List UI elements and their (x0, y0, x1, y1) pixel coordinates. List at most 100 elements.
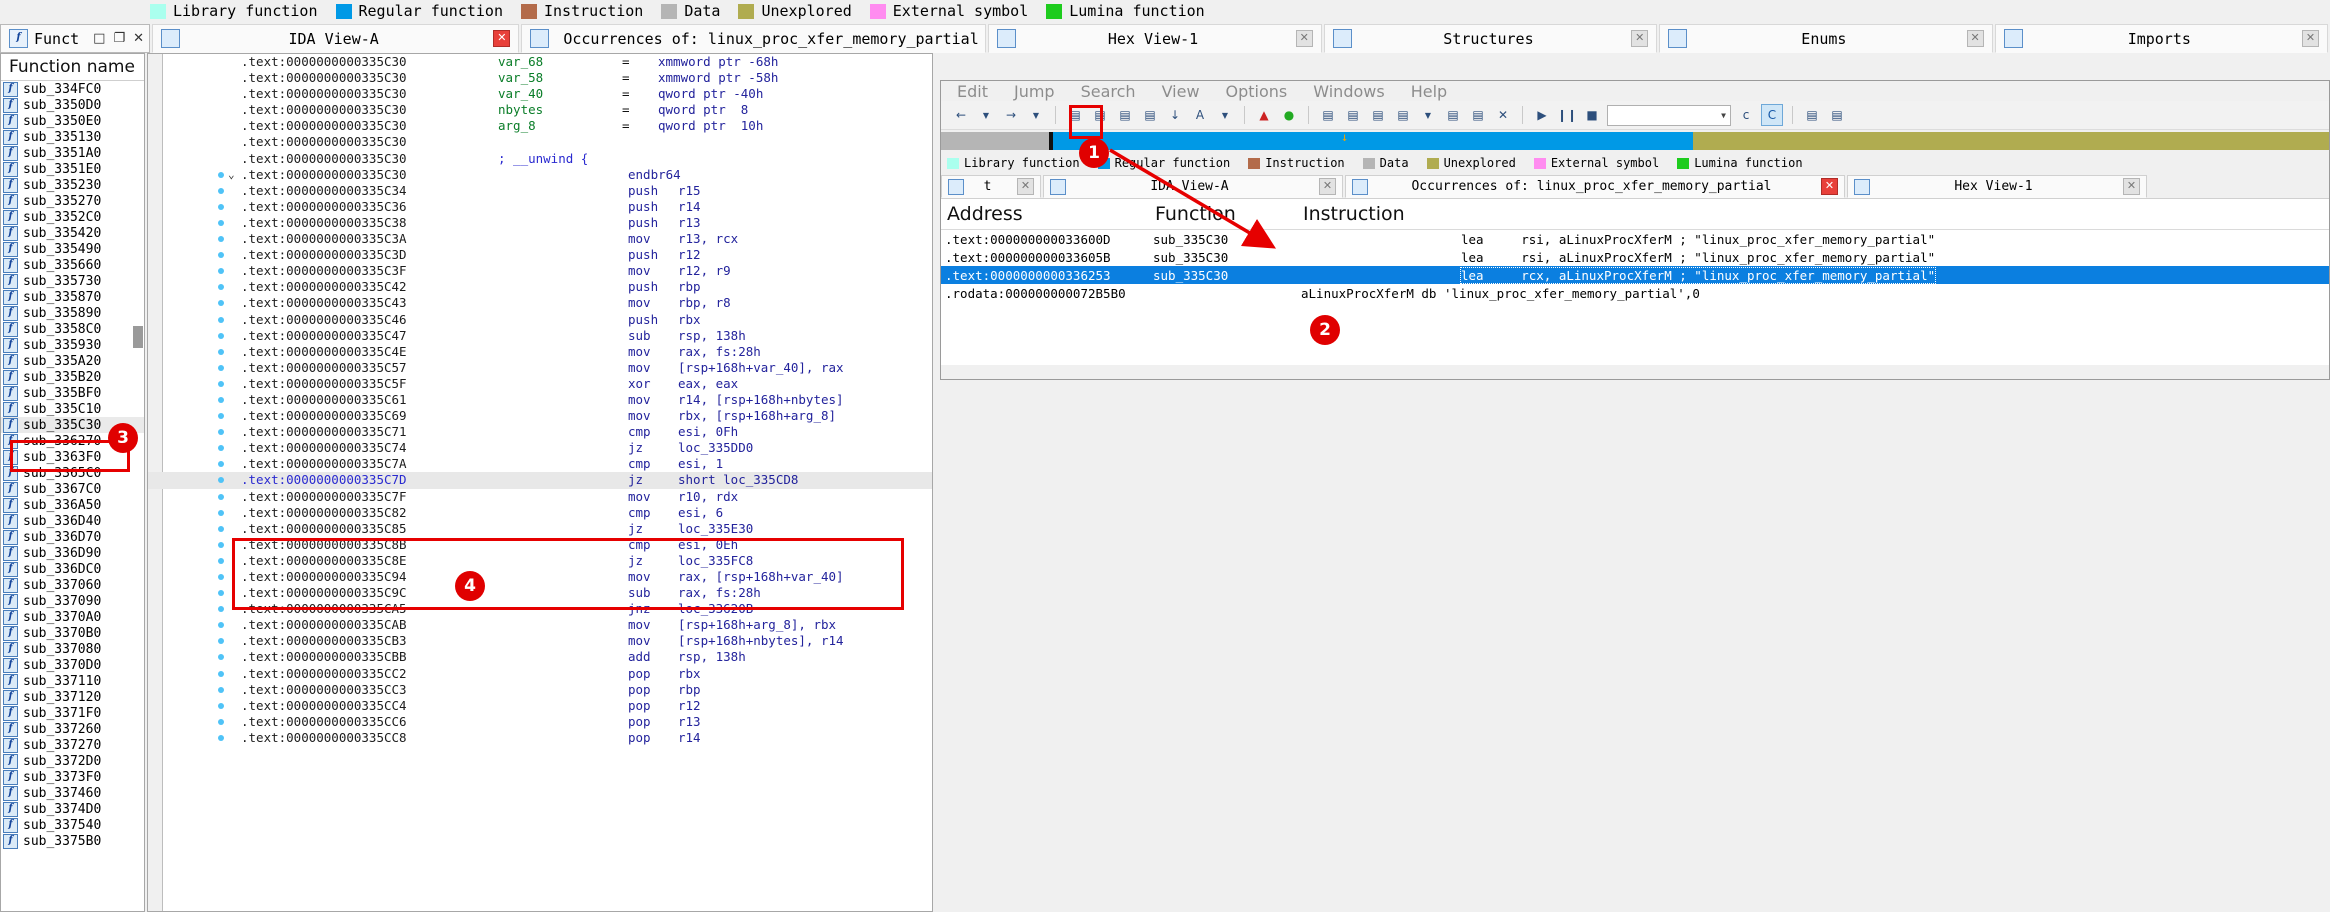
function-list-item[interactable]: f sub_3350E0 (1, 113, 144, 129)
disassembly-line[interactable]: .text:0000000000335C82 cmp esi, 6 (148, 505, 932, 521)
disassembly-line[interactable]: .text:0000000000335CC6 pop r13 (148, 714, 932, 730)
disassembly-line[interactable]: .text:0000000000335C43 mov rbp, r8 (148, 295, 932, 311)
struct-dropdown-icon[interactable]: ▼ (1418, 105, 1438, 125)
hexrays-c-icon[interactable]: c (1736, 105, 1756, 125)
disassembly-line[interactable]: .text:0000000000335C46 push rbx (148, 312, 932, 328)
function-list-item[interactable]: f sub_335490 (1, 241, 144, 257)
disassembly-line[interactable]: .text:0000000000335C4E mov rax, fs:28h (148, 344, 932, 360)
forward-icon[interactable]: → (1001, 105, 1021, 125)
function-list-item[interactable]: f sub_335930 (1, 337, 144, 353)
search-next-icon[interactable]: ↓ (1165, 105, 1185, 125)
disassembly-line[interactable]: .text:0000000000335CC4 pop r12 (148, 698, 932, 714)
floating-tab-close-icon[interactable]: ✕ (1821, 178, 1838, 195)
column-header-address[interactable]: Address (941, 203, 1149, 225)
make-data-icon[interactable]: ▤ (1343, 105, 1363, 125)
disassembly-line[interactable]: .text:0000000000335C8E jz loc_335FC8 (148, 553, 932, 569)
back-icon[interactable]: ← (951, 105, 971, 125)
back-dropdown-icon[interactable]: ▼ (976, 105, 996, 125)
function-list-item[interactable]: f sub_335BF0 (1, 385, 144, 401)
disassembly-line[interactable]: .text:0000000000335CC2 pop rbx (148, 666, 932, 682)
disassembly-line[interactable]: .text:0000000000335C57 mov [rsp+168h+var_4… (148, 360, 932, 376)
disassembly-line[interactable]: .text:0000000000335C42 push rbp (148, 279, 932, 295)
function-list-item[interactable]: f sub_3370B0 (1, 625, 144, 641)
disassembly-line[interactable]: .text:0000000000335C30 var_68 = xmmword ptr… (148, 54, 932, 70)
make-array-icon[interactable]: ▤ (1368, 105, 1388, 125)
floating-occurrences-window[interactable]: Edit Jump Search View Options Windows Help ← ▼… (940, 80, 2330, 380)
tab-close-icon[interactable]: ✕ (1631, 30, 1649, 47)
collapse-chevron-icon[interactable]: ⌄ (228, 167, 235, 183)
menu-item-search[interactable]: Search (1081, 82, 1136, 101)
floating-tab-close-icon[interactable]: ✕ (1319, 178, 1336, 195)
function-list-item[interactable]: f sub_336A50 (1, 497, 144, 513)
disassembly-line[interactable]: .text:0000000000335C7D jz short loc_335CD8 (148, 472, 932, 489)
main-tab-5[interactable]: Enums ✕ (1659, 24, 1993, 53)
text-mode-dropdown-icon[interactable]: ▼ (1215, 105, 1235, 125)
disassembly-line[interactable]: .text:0000000000335CC8 pop r14 (148, 730, 932, 746)
navigation-band[interactable]: ↓ (941, 130, 2329, 152)
function-list-item[interactable]: f sub_3375B0 (1, 833, 144, 849)
function-list-item[interactable]: f sub_337260 (1, 721, 144, 737)
disassembly-line[interactable]: .text:0000000000335C8B cmp esi, 0Eh (148, 537, 932, 553)
function-list-item[interactable]: f sub_335A20 (1, 353, 144, 369)
disassembly-line[interactable]: .text:0000000000335C30 arg_8 = qword ptr 10… (148, 118, 932, 134)
function-list-item[interactable]: f sub_3352C0 (1, 209, 144, 225)
disassembly-line[interactable]: .text:0000000000335C3A mov r13, rcx (148, 231, 932, 247)
delete-icon[interactable]: ✕ (1493, 105, 1513, 125)
disassembly-line[interactable]: .text:0000000000335C61 mov r14, [rsp+168h+… (148, 392, 932, 408)
menu-item-edit[interactable]: Edit (957, 82, 988, 101)
disassembly-line[interactable]: .text:0000000000335C30 ; __unwind { (148, 151, 932, 167)
disassembly-line[interactable]: .text:0000000000335C69 mov rbx, [rsp+168h+… (148, 408, 932, 424)
function-list-item[interactable]: f sub_3367C0 (1, 481, 144, 497)
function-list-item[interactable]: f sub_3350D0 (1, 97, 144, 113)
stop-icon[interactable]: ■ (1582, 105, 1602, 125)
functions-panel[interactable]: Function name f sub_334FC0 f sub_3350D0 f sub… (0, 53, 145, 912)
undefine-icon[interactable]: ▤ (1443, 105, 1463, 125)
main-tab-0[interactable]: f Funct □ ❐ ✕ (0, 24, 150, 53)
function-list-item[interactable]: f sub_3351A0 (1, 145, 144, 161)
disassembly-line[interactable]: .text:0000000000335C30 (148, 134, 932, 150)
disassembly-line[interactable]: .text:0000000000335C34 push r15 (148, 183, 932, 199)
disassembly-line[interactable]: .text:0000000000335C36 push r14 (148, 199, 932, 215)
floating-tab-close-icon[interactable]: ✕ (2123, 178, 2140, 195)
occurrences-table[interactable]: Address Function Instruction .text:00000… (941, 198, 2329, 365)
disassembly-line[interactable]: .text:0000000000335C9C sub rax, fs:28h (148, 585, 932, 601)
tab-close-icon[interactable]: ✕ (1295, 30, 1313, 47)
function-list-item[interactable]: f sub_3358C0 (1, 321, 144, 337)
close-button[interactable]: ✕ (133, 31, 144, 46)
search-binary-icon[interactable]: ▤ (1065, 105, 1085, 125)
main-tab-1[interactable]: IDA View-A ✕ (152, 24, 520, 53)
disassembly-line[interactable]: .text:0000000000335CA5 jnz loc_33620B (148, 601, 932, 617)
floating-tab-bar[interactable]: t ✕ IDA View-A ✕ Occurrences of: linux_proc_… (941, 174, 2329, 198)
occurrences-row[interactable]: .text:000000000033605B sub_335C30 lea rsi,… (941, 248, 2329, 266)
disassembly-line[interactable]: .text:0000000000335C7A cmp esi, 1 (148, 456, 932, 472)
functions-scrollbar-thumb[interactable] (133, 326, 143, 348)
floating-tab-3[interactable]: Hex View-1 ✕ (1847, 175, 2147, 198)
restore-button[interactable]: □ (93, 31, 105, 46)
disassembly-line[interactable]: .text:0000000000335C7F mov r10, rdx (148, 489, 932, 505)
function-list-item[interactable]: f sub_336DC0 (1, 561, 144, 577)
disassembly-line[interactable]: .text:0000000000335CBB add rsp, 138h (148, 649, 932, 665)
function-list-item[interactable]: f sub_335270 (1, 193, 144, 209)
function-list-item[interactable]: f sub_337460 (1, 785, 144, 801)
function-list-item[interactable]: f sub_337120 (1, 689, 144, 705)
disassembly-line[interactable]: ⌄ .text:0000000000335C30 endbr64 (148, 167, 932, 183)
function-list-item[interactable]: f sub_3365C0 (1, 465, 144, 481)
function-list-item[interactable]: f sub_336D90 (1, 545, 144, 561)
function-list-item[interactable]: f sub_334FC0 (1, 81, 144, 97)
menu-item-help[interactable]: Help (1411, 82, 1447, 101)
floating-window-toolbar[interactable]: ← ▼ → ▼ ▤ ▤ ▤ ▤ ↓ A ▼ ▲ ● ▤ ▤ ▤ ▤ ▼ ▤ ▤ … (941, 101, 2329, 130)
text-search-icon[interactable]: ▤ (1090, 105, 1110, 125)
function-list-item[interactable]: f sub_335230 (1, 177, 144, 193)
main-tab-bar[interactable]: f Funct □ ❐ ✕ IDA View-A ✕ Occurrences of: linu… (0, 22, 2330, 53)
menu-item-jump[interactable]: Jump (1014, 82, 1055, 101)
list-icon[interactable]: ▤ (1802, 105, 1822, 125)
text-mode-icon[interactable]: A (1190, 105, 1210, 125)
disassembly-line[interactable]: .text:0000000000335C71 cmp esi, 0Fh (148, 424, 932, 440)
function-list-item[interactable]: f sub_3371F0 (1, 705, 144, 721)
function-list-item[interactable]: f sub_337090 (1, 593, 144, 609)
tab-close-icon[interactable]: ✕ (2302, 30, 2320, 47)
function-list-item[interactable]: f sub_3374D0 (1, 801, 144, 817)
pause-icon[interactable]: ❙❙ (1557, 105, 1577, 125)
function-list-item[interactable]: f sub_335130 (1, 129, 144, 145)
disassembly-line[interactable]: .text:0000000000335C30 nbytes = qword ptr 8 (148, 102, 932, 118)
